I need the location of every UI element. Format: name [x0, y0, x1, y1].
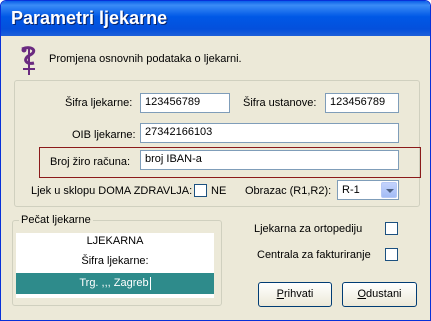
doma-zdravlja-checkbox[interactable] [194, 184, 207, 197]
stamp-textarea[interactable]: LJEKARNA Šifra ljekarne: Trg. ,,, Zagreb [16, 233, 214, 298]
oib-label: OIB ljekarne: [72, 129, 136, 141]
dropdown-arrow-icon[interactable] [381, 182, 397, 198]
obrazac-selected-value: R-1 [342, 184, 360, 196]
odustani-button[interactable]: Odustani [342, 282, 417, 307]
fakturiranje-label: Centrala za fakturiranje [257, 249, 371, 261]
ziro-input[interactable]: broj IBAN-a [140, 150, 399, 170]
stamp-line: LJEKARNA [86, 235, 144, 247]
dialog-window: Parametri ljekarne Promjena osnovnih pod… [0, 0, 431, 321]
oib-input[interactable]: 27342166103 [140, 123, 399, 143]
ortopedija-checkbox[interactable] [385, 222, 398, 235]
ortopedija-label: Ljekarna za ortopediju [254, 223, 363, 235]
ziro-label: Broj žiro računa: [50, 156, 131, 168]
prihvati-button[interactable]: Prihvati [258, 282, 332, 307]
odustani-label: dustani [366, 288, 402, 300]
obrazac-label: Obrazac (R1,R2): [245, 185, 332, 197]
sifra-ljekarne-input[interactable]: 123456789 [140, 93, 230, 113]
sifra-ustanove-label: Šifra ustanove: [243, 97, 317, 109]
doma-zdravlja-checkbox-text: NE [211, 185, 227, 197]
stamp-legend: Pečat ljekarne [19, 214, 93, 226]
subtitle: Promjena osnovnih podataka o ljekarni. [49, 53, 242, 65]
window-title: Parametri ljekarne [11, 8, 168, 28]
prihvati-accesskey: P [276, 288, 284, 300]
sifra-ljekarne-label: Šifra ljekarne: [65, 97, 133, 109]
prihvati-label: rihvati [284, 288, 314, 300]
stamp-selected-line: Trg. ,,, Zagreb [16, 273, 214, 294]
sifra-ustanove-input[interactable]: 123456789 [325, 93, 399, 113]
obrazac-select[interactable]: R-1 [337, 180, 399, 200]
fakturiranje-checkbox[interactable] [385, 248, 398, 261]
stamp-line: Trg. ,,, Zagreb [79, 277, 149, 289]
odustani-accesskey: O [357, 288, 367, 300]
stamp-line: Šifra ljekarne: [81, 255, 149, 267]
text-caret [149, 276, 151, 290]
title-bar[interactable]: Parametri ljekarne [1, 1, 430, 36]
pharmacy-logo-icon [21, 46, 36, 75]
doma-zdravlja-label: Ljek u sklopu DOMA ZDRAVLJA: [31, 185, 193, 197]
